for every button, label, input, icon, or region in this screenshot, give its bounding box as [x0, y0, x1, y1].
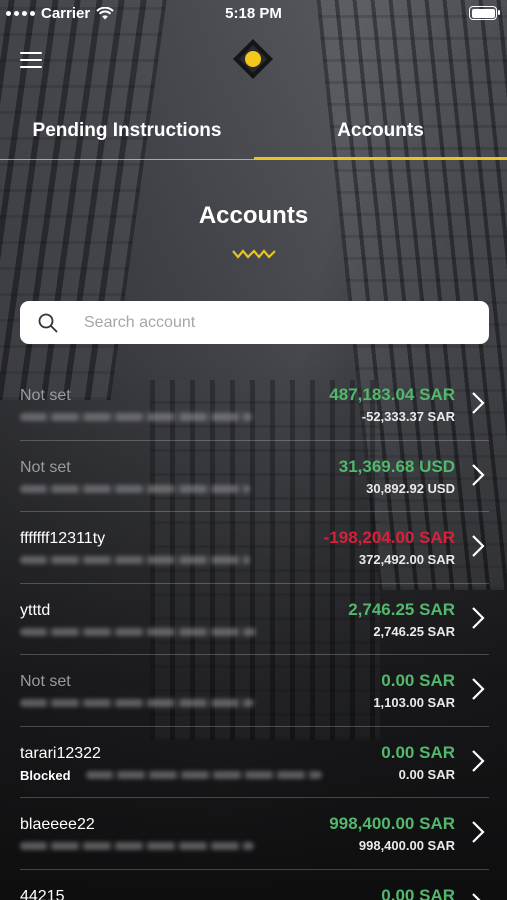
account-status-badge: Blocked: [20, 767, 71, 783]
account-available-balance: 2,746.25 SAR: [373, 623, 455, 639]
chevron-right-icon[interactable]: [471, 749, 485, 773]
search-icon: [38, 313, 58, 332]
account-number-redacted: [20, 413, 252, 421]
chevron-right-icon[interactable]: [471, 606, 485, 630]
tab-pending-instructions[interactable]: Pending Instructions: [0, 112, 254, 160]
account-name: Not set: [20, 458, 71, 476]
account-balance: 998,400.00 SAR: [329, 814, 455, 833]
account-balance: 31,369.68 USD: [338, 456, 455, 476]
account-name: Not set: [20, 673, 71, 690]
account-row[interactable]: ytttd 2,746.25 SAR 2,746.25 SAR: [20, 584, 489, 655]
account-balance: 2,746.25 SAR: [348, 599, 455, 619]
account-row[interactable]: tarari12322 Blocked 0.00 SAR 0.00 SAR: [20, 727, 489, 798]
account-row[interactable]: Not set 0.00 SAR 1,103.00 SAR: [20, 655, 489, 727]
battery-icon: [469, 6, 500, 20]
account-balance: 0.00 SAR: [381, 885, 455, 900]
account-list: Not set 487,183.04 SAR -52,333.37 SAR No…: [20, 369, 489, 900]
account-row[interactable]: blaeeee22 998,400.00 SAR 998,400.00 SAR: [20, 798, 489, 870]
account-number-redacted: [86, 770, 322, 779]
account-balance: 0.00 SAR: [381, 742, 455, 762]
account-number-redacted: [20, 484, 250, 493]
account-number-redacted: [20, 556, 250, 564]
hamburger-menu-icon[interactable]: [20, 52, 42, 72]
chevron-right-icon[interactable]: [471, 391, 485, 415]
search-input[interactable]: [84, 313, 444, 332]
clock: 5:18 PM: [225, 5, 282, 22]
account-row[interactable]: Not set 31,369.68 USD 30,892.92 USD: [20, 441, 489, 512]
app-logo: [233, 39, 273, 79]
chevron-right-icon[interactable]: [471, 534, 485, 558]
tab-bar: Pending Instructions Accounts: [0, 112, 507, 160]
status-bar: Carrier 5:18 PM: [0, 0, 507, 28]
account-available-balance: 998,400.00 SAR: [358, 838, 455, 853]
account-name: tarari12322: [20, 744, 101, 762]
account-name: ytttd: [20, 601, 51, 619]
account-name: Not set: [20, 387, 71, 404]
chevron-right-icon[interactable]: [471, 677, 485, 701]
account-balance: 0.00 SAR: [381, 671, 455, 690]
account-available-balance: -52,333.37 SAR: [361, 409, 455, 424]
account-balance: 487,183.04 SAR: [329, 385, 455, 404]
account-number-redacted: [20, 842, 254, 850]
account-row[interactable]: fffffff12311ty -198,204.00 SAR 372,492.0…: [20, 512, 489, 584]
app-screen: Carrier 5:18 PM Pending Instructions Acc…: [0, 0, 507, 900]
page-title: Accounts: [198, 202, 309, 229]
account-row[interactable]: Not set 487,183.04 SAR -52,333.37 SAR: [20, 369, 489, 441]
account-name: fffffff12311ty: [20, 530, 106, 547]
search-bar[interactable]: [20, 301, 489, 344]
account-name: blaeeee22: [20, 816, 95, 833]
account-available-balance: 372,492.00 SAR: [358, 552, 455, 567]
chevron-right-icon[interactable]: [471, 892, 485, 900]
account-available-balance: 0.00 SAR: [398, 766, 455, 782]
chevron-right-icon[interactable]: [471, 463, 485, 487]
account-available-balance: 1,103.00 SAR: [373, 695, 455, 710]
account-number-redacted: [20, 627, 256, 636]
account-balance: -198,204.00 SAR: [323, 528, 455, 547]
account-number-redacted: [20, 699, 254, 707]
account-name: 44215: [20, 887, 65, 900]
chevron-right-icon[interactable]: [471, 820, 485, 844]
title-underline-squiggle: [232, 249, 276, 259]
tab-accounts[interactable]: Accounts: [254, 112, 507, 160]
account-available-balance: 30,892.92 USD: [366, 480, 455, 496]
account-row[interactable]: 44215 0.00 SAR: [20, 870, 489, 900]
